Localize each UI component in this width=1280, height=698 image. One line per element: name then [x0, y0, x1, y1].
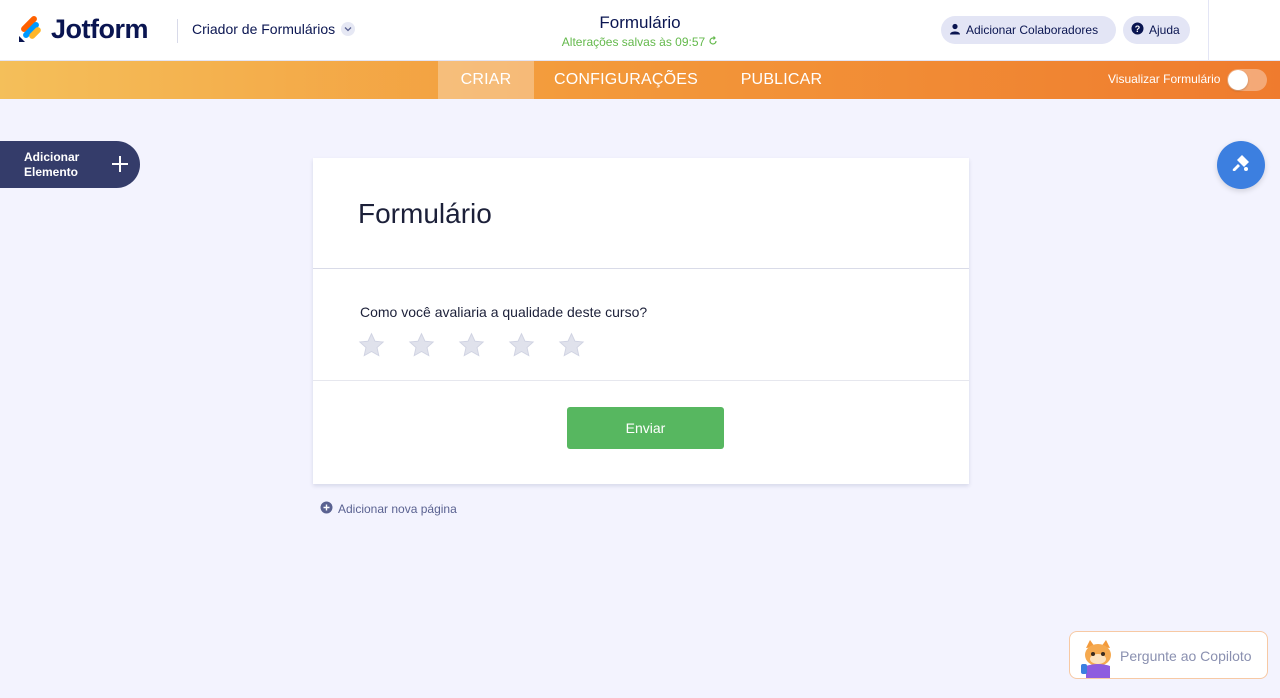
header-form-title[interactable]: Formulário: [480, 13, 800, 33]
preview-toggle[interactable]: [1227, 69, 1267, 91]
builder-selector[interactable]: Criador de Formulários: [192, 21, 356, 37]
form-heading[interactable]: Formulário: [358, 198, 492, 230]
svg-text:?: ?: [1135, 24, 1141, 34]
plus-icon: [110, 154, 130, 179]
star-icon[interactable]: [558, 332, 585, 359]
refresh-icon: [708, 35, 718, 49]
copilot-label: Pergunte ao Copiloto: [1120, 648, 1252, 664]
saved-status: Alterações salvas às 09:57: [480, 35, 800, 49]
jotform-logo-icon: [17, 15, 43, 44]
heading-divider: [313, 268, 969, 269]
saved-status-text: Alterações salvas às 09:57: [561, 35, 706, 49]
header-right-divider: [1208, 0, 1209, 61]
top-header: Jotform Criador de Formulários Formulári…: [0, 0, 1280, 61]
help-label: Ajuda: [1149, 23, 1180, 37]
tab-criar[interactable]: CRIAR: [438, 61, 534, 99]
chevron-down-icon: [341, 22, 356, 36]
question-circle-icon: ?: [1131, 22, 1144, 38]
tab-configuracoes[interactable]: CONFIGURAÇÕES: [545, 61, 707, 99]
add-element-label: Adicionar Elemento: [24, 150, 80, 179]
logo-text: Jotform: [51, 14, 149, 44]
copilot-avatar-icon: [1078, 638, 1118, 678]
star-icon[interactable]: [358, 332, 385, 359]
submit-button[interactable]: Enviar: [567, 407, 724, 449]
rating-question-label[interactable]: Como você avaliaria a qualidade deste cu…: [360, 304, 647, 320]
toggle-knob: [1228, 70, 1248, 90]
add-collaborators-button[interactable]: Adicionar Colaboradores: [941, 16, 1116, 44]
help-button[interactable]: ? Ajuda: [1123, 16, 1190, 44]
add-page-label: Adicionar nova página: [338, 502, 457, 516]
main-nav: CRIAR CONFIGURAÇÕES PUBLICAR Visualizar …: [0, 61, 1280, 99]
tab-publicar[interactable]: PUBLICAR: [728, 61, 835, 99]
add-page-button[interactable]: Adicionar nova página: [320, 501, 457, 517]
star-icon[interactable]: [408, 332, 435, 359]
jotform-logo[interactable]: Jotform: [17, 14, 149, 45]
add-element-button[interactable]: Adicionar Elemento: [0, 141, 140, 188]
collab-label: Adicionar Colaboradores: [966, 23, 1099, 37]
star-icon[interactable]: [508, 332, 535, 359]
star-icon[interactable]: [458, 332, 485, 359]
form-designer-button[interactable]: [1217, 141, 1265, 189]
form-title-area: Formulário Alterações salvas às 09:57: [480, 13, 800, 49]
copilot-button[interactable]: Pergunte ao Copiloto: [1069, 631, 1268, 679]
form-card: Formulário Como você avaliaria a qualida…: [313, 158, 969, 484]
question-divider: [313, 380, 969, 381]
user-icon: [949, 23, 961, 38]
header-divider: [177, 19, 178, 43]
paint-roller-icon: [1229, 151, 1253, 180]
star-rating: [358, 332, 585, 359]
preview-label: Visualizar Formulário: [1108, 72, 1221, 86]
builder-label: Criador de Formulários: [192, 21, 336, 37]
plus-circle-icon: [320, 501, 333, 517]
